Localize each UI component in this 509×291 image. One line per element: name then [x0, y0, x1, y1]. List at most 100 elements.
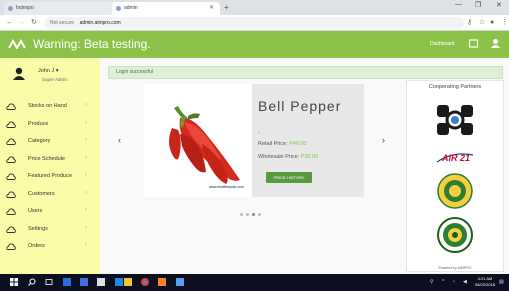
- not-secure-label: Not secure: [50, 20, 75, 26]
- mail-icon[interactable]: [115, 278, 123, 286]
- more-menu-icon[interactable]: ⋮: [501, 18, 508, 28]
- minimize-icon[interactable]: —: [455, 1, 462, 8]
- chevron-right-icon: ›: [85, 102, 87, 108]
- retail-price-label: Retail Price:: [258, 141, 288, 147]
- chevron-right-icon[interactable]: ›: [382, 135, 385, 145]
- sidebar-item-label: Customers: [28, 190, 55, 197]
- cloud-icon: [6, 243, 16, 250]
- back-icon[interactable]: ←: [6, 18, 13, 28]
- chevron-right-icon: ›: [85, 119, 87, 126]
- cloud-icon: [6, 138, 16, 145]
- sublime-icon[interactable]: [158, 278, 166, 286]
- chevron-right-icon: ›: [85, 137, 87, 143]
- sidebar-menu: Stocks on Hand › Produce › Category › Price Sc…: [0, 98, 100, 256]
- edge-icon[interactable]: [63, 278, 71, 286]
- wholesale-price-label: Wholesale Price:: [258, 154, 300, 160]
- air21-logo-text: AIR 21: [441, 153, 470, 163]
- cloud-icon: [6, 103, 16, 110]
- sidebar-item[interactable]: Users ›: [0, 203, 100, 221]
- app-icon[interactable]: [176, 278, 184, 286]
- sidebar-item[interactable]: Stocks on Hand ›: [0, 98, 100, 116]
- volume-icon[interactable]: ◀: [463, 279, 467, 285]
- sidebar-item-label: Orders: [28, 243, 45, 249]
- fullscreen-icon[interactable]: [468, 38, 479, 49]
- network-icon[interactable]: ◔: [452, 279, 455, 285]
- chevron-left-icon[interactable]: ‹: [118, 135, 121, 145]
- chevron-right-icon: ›: [85, 154, 87, 161]
- partners-panel: Cooperating Partners AIR 21 Powered by A…: [406, 80, 504, 272]
- search-icon[interactable]: [28, 278, 36, 286]
- close-window-icon[interactable]: ✕: [496, 1, 502, 9]
- new-tab-icon[interactable]: +: [224, 2, 229, 13]
- tray-chevron-icon[interactable]: ^: [442, 279, 444, 285]
- close-tab-icon[interactable]: ✕: [209, 2, 214, 15]
- carousel-dot[interactable]: [252, 213, 255, 216]
- chevron-right-icon: ›: [85, 224, 87, 231]
- sidebar-item[interactable]: Settings ›: [0, 221, 100, 239]
- browser-tab-bar: Indexpo ✕ admin ✕ + — ❐ ✕: [0, 0, 509, 15]
- cloud-icon: [6, 208, 16, 215]
- chevron-right-icon: ›: [85, 242, 87, 248]
- maximize-icon[interactable]: ❐: [475, 1, 481, 9]
- price-history-button[interactable]: PRICE HISTORY: [266, 172, 312, 183]
- star-icon[interactable]: ☆: [479, 18, 485, 28]
- explorer-icon[interactable]: [124, 278, 132, 286]
- cloud-icon: [6, 191, 16, 198]
- logo-icon[interactable]: [8, 39, 28, 49]
- dashboard-link[interactable]: Dashboard: [430, 39, 454, 49]
- sidebar-item[interactable]: Featured Produce ›: [0, 168, 100, 186]
- key-icon[interactable]: ⚷: [467, 18, 472, 28]
- sidebar-item-label: Featured Produce: [28, 173, 73, 179]
- tab-title: admin: [124, 5, 138, 11]
- carousel-dot[interactable]: [246, 213, 249, 216]
- user-panel[interactable]: John J ▾ Super Admin: [8, 64, 98, 92]
- favicon-icon: [116, 6, 121, 11]
- taskbar-clock[interactable]: 4:21 AM 08/22/2018: [475, 276, 495, 288]
- user-name[interactable]: John J ▾: [38, 68, 59, 74]
- product-divider: -: [258, 130, 260, 136]
- account-icon[interactable]: ●: [490, 18, 494, 28]
- carousel-dot[interactable]: [258, 213, 261, 216]
- windows-taskbar: ⚲ ^ ◔ ◀ 4:21 AM 08/22/2018 ▤: [0, 274, 509, 291]
- task-view-icon[interactable]: [45, 278, 53, 286]
- chrome-icon[interactable]: [141, 278, 149, 286]
- sidebar-item[interactable]: Price Schedule ›: [0, 151, 100, 169]
- store-icon[interactable]: [97, 278, 105, 286]
- sidebar-item-label: Produce: [28, 120, 49, 127]
- wholesale-price-row: Wholesale Price: P30.00: [258, 154, 318, 160]
- avatar-icon: [13, 67, 25, 80]
- chevron-right-icon: ›: [85, 207, 87, 213]
- file-explorer-icon[interactable]: [80, 278, 88, 286]
- url-text: admin.aimpro.com: [79, 20, 121, 26]
- sidebar-item[interactable]: Orders ›: [0, 238, 100, 256]
- clock-date: 08/22/2018: [475, 282, 496, 287]
- carousel-slide: www.shutterstock.com Bell Pepper - Retai…: [144, 84, 364, 197]
- sidebar-item-label: Settings: [28, 225, 48, 232]
- login-alert: Login successful: [108, 66, 503, 79]
- powered-by-text: Powered by AIMPRO: [438, 266, 472, 270]
- sidebar-item[interactable]: Customers ›: [0, 186, 100, 204]
- sidebar-item[interactable]: Produce ›: [0, 116, 100, 134]
- product-info: Bell Pepper - Retail Price: P40.00 Whole…: [252, 84, 364, 197]
- user-role: Super Admin: [42, 77, 68, 82]
- people-icon[interactable]: ⚲: [430, 279, 434, 285]
- notifications-icon[interactable]: ▤: [499, 279, 504, 285]
- chevron-right-icon: ›: [85, 189, 87, 196]
- carousel-dot[interactable]: [240, 213, 243, 216]
- sidebar-item[interactable]: Category ›: [0, 133, 100, 151]
- sidebar-item-label: Users: [28, 208, 43, 214]
- user-icon[interactable]: [490, 38, 501, 49]
- favicon-icon: [8, 6, 13, 11]
- chevron-right-icon: ›: [85, 172, 87, 178]
- reload-icon[interactable]: ↻: [31, 18, 37, 28]
- bell-pepper-image: [144, 84, 252, 197]
- sidebar-item-label: Category: [28, 138, 51, 144]
- browser-tab-2[interactable]: admin ✕: [112, 2, 220, 15]
- forward-icon[interactable]: →: [18, 18, 25, 28]
- url-input[interactable]: Not secure admin.aimpro.com: [44, 17, 464, 29]
- windows-start-icon[interactable]: [10, 278, 18, 286]
- sidebar-item-label: Price Schedule: [28, 155, 65, 162]
- retail-price-value: P40.00: [289, 141, 307, 147]
- image-watermark: www.shutterstock.com: [209, 185, 244, 189]
- browser-tab-1[interactable]: Indexpo ✕: [4, 2, 122, 15]
